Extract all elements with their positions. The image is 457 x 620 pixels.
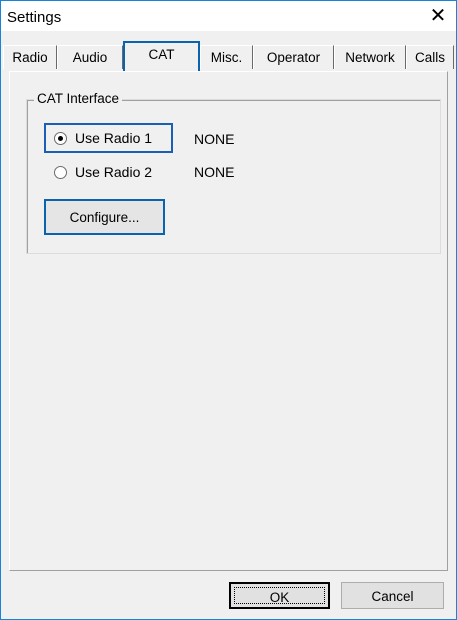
tab-operator[interactable]: Operator (253, 45, 334, 69)
configure-button[interactable]: Configure... (44, 199, 165, 235)
tab-cat[interactable]: CAT (123, 41, 200, 71)
radio1-value: NONE (194, 131, 235, 147)
radio2-value: NONE (194, 164, 235, 180)
use-radio1-label[interactable]: Use Radio 1 (75, 126, 152, 150)
use-radio2-label[interactable]: Use Radio 2 (75, 160, 152, 184)
tab-network[interactable]: Network (334, 45, 406, 69)
close-icon[interactable]: ✕ (426, 4, 450, 28)
tab-misc[interactable]: Misc. (200, 45, 253, 69)
ok-button-label: OK (234, 587, 325, 605)
settings-window: Settings ✕ Radio Audio CAT Misc. Operato… (0, 0, 457, 620)
window-title: Settings (7, 9, 62, 26)
title-bar[interactable]: Settings ✕ (1, 1, 456, 31)
cancel-button[interactable]: Cancel (341, 582, 444, 609)
radio1-selected-dot (58, 136, 63, 141)
cat-interface-group-label: CAT Interface (34, 91, 123, 106)
radio1-button[interactable] (54, 132, 67, 145)
radio2-button[interactable] (54, 166, 67, 179)
tab-calls[interactable]: Calls (406, 45, 454, 69)
ok-button[interactable]: OK (229, 582, 330, 609)
tab-radio[interactable]: Radio (3, 45, 57, 69)
tab-strip: Radio Audio CAT Misc. Operator Network C… (1, 39, 456, 71)
tab-audio[interactable]: Audio (57, 45, 123, 69)
